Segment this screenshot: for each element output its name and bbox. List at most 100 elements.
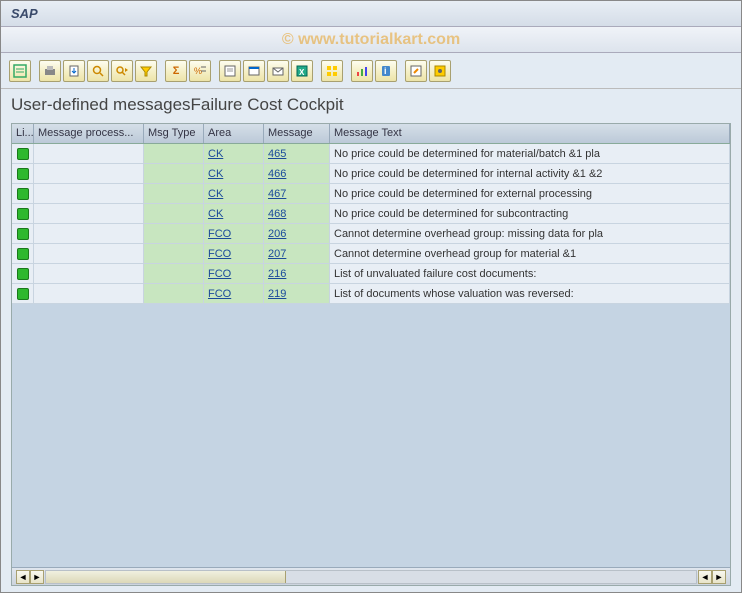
col-header-msgtype[interactable]: Msg Type (144, 124, 204, 143)
layout-button[interactable] (321, 60, 343, 82)
subtotal-button[interactable]: % (189, 60, 211, 82)
msgtype-cell (144, 264, 204, 283)
process-cell (34, 184, 144, 203)
change-button[interactable] (405, 60, 427, 82)
col-header-area[interactable]: Area (204, 124, 264, 143)
area-link[interactable]: FCO (208, 268, 231, 280)
message-link[interactable]: 467 (268, 188, 286, 200)
scroll-left-end-button[interactable]: ◄ (698, 570, 712, 584)
message-link[interactable]: 219 (268, 288, 286, 300)
table-row[interactable]: CK 468 No price could be determined for su… (12, 204, 730, 224)
svg-text:%: % (194, 66, 202, 76)
col-header-lights[interactable]: Li... (12, 124, 34, 143)
text-cell: No price could be determined for interna… (330, 164, 730, 183)
area-link[interactable]: FCO (208, 228, 231, 240)
status-cell (12, 164, 34, 183)
menu-bar: © www.tutorialkart.com (1, 27, 741, 53)
status-cell (12, 224, 34, 243)
title-bar: SAP (1, 1, 741, 27)
area-cell: CK (204, 164, 264, 183)
status-green-icon (17, 208, 29, 220)
print-button[interactable] (39, 60, 61, 82)
msgtype-cell (144, 224, 204, 243)
area-link[interactable]: CK (208, 168, 223, 180)
status-cell (12, 184, 34, 203)
status-cell (12, 264, 34, 283)
text-cell: Cannot determine overhead group for mate… (330, 244, 730, 263)
table-row[interactable]: FCO206Cannot determine overhead group: m… (12, 224, 730, 244)
find-button[interactable] (87, 60, 109, 82)
scroll-right-button[interactable]: ► (30, 570, 44, 584)
mail-button[interactable] (267, 60, 289, 82)
toolbar: Σ % X i (1, 53, 741, 89)
status-cell (12, 204, 34, 223)
excel-button[interactable]: X (291, 60, 313, 82)
status-green-icon (17, 188, 29, 200)
svg-text:X: X (299, 68, 305, 77)
table-row[interactable]: FCO 207 Cannot determine overhead group fo… (12, 244, 730, 264)
text-cell: No price could be determined for materia… (330, 144, 730, 163)
area-link[interactable]: FCO (208, 288, 231, 300)
scroll-right-end-button[interactable]: ► (712, 570, 726, 584)
col-header-process[interactable]: Message process... (34, 124, 144, 143)
area-cell: CK (204, 184, 264, 203)
grid-header: Li... Message process... Msg Type Area M… (12, 124, 730, 144)
graphic-button[interactable] (351, 60, 373, 82)
msgtype-cell (144, 284, 204, 303)
scroll-thumb[interactable] (46, 571, 286, 583)
details-button[interactable] (9, 60, 31, 82)
message-link[interactable]: 216 (268, 268, 286, 280)
status-green-icon (17, 268, 29, 280)
scroll-left-button[interactable]: ◄ (16, 570, 30, 584)
text-cell: List of unvaluated failure cost document… (330, 264, 730, 283)
message-cell: 207 (264, 244, 330, 263)
table-row[interactable]: CK 466 No price could be determined for in… (12, 164, 730, 184)
grid-body: CK 465 No price could be determined for ma… (12, 144, 730, 567)
msgtype-cell (144, 204, 204, 223)
process-cell (34, 144, 144, 163)
table-row[interactable]: FCO219List of documents whose valuation … (12, 284, 730, 304)
area-link[interactable]: CK (208, 188, 223, 200)
find-next-button[interactable] (111, 60, 133, 82)
table-row[interactable]: CK 465 No price could be determined for ma… (12, 144, 730, 164)
display-button[interactable] (429, 60, 451, 82)
area-link[interactable]: CK (208, 148, 223, 160)
status-cell (12, 244, 34, 263)
sum-button[interactable]: Σ (165, 60, 187, 82)
msgtype-cell (144, 144, 204, 163)
export-button[interactable] (63, 60, 85, 82)
message-link[interactable]: 466 (268, 168, 286, 180)
process-cell (34, 284, 144, 303)
text-cell: No price could be determined for subcont… (330, 204, 730, 223)
text-cell: No price could be determined for externa… (330, 184, 730, 203)
area-link[interactable]: CK (208, 208, 223, 220)
message-link[interactable]: 206 (268, 228, 286, 240)
watermark: © www.tutorialkart.com (282, 31, 460, 49)
info-button[interactable]: i (375, 60, 397, 82)
print-preview-button[interactable] (219, 60, 241, 82)
area-link[interactable]: FCO (208, 248, 231, 260)
message-cell: 216 (264, 264, 330, 283)
filter-button[interactable] (135, 60, 157, 82)
col-header-text[interactable]: Message Text (330, 124, 730, 143)
page-heading: User-defined messagesFailure Cost Cockpi… (11, 95, 731, 115)
horizontal-scrollbar: ◄ ► ◄ ► (12, 567, 730, 585)
message-cell: 466 (264, 164, 330, 183)
table-row[interactable]: CK 467 No price could be determined for ex… (12, 184, 730, 204)
area-cell: CK (204, 144, 264, 163)
area-cell: FCO (204, 244, 264, 263)
col-header-message[interactable]: Message (264, 124, 330, 143)
message-cell: 465 (264, 144, 330, 163)
table-row[interactable]: FCO 216 List of unvaluated failure cost do… (12, 264, 730, 284)
scroll-track[interactable] (45, 570, 697, 584)
message-cell: 219 (264, 284, 330, 303)
message-link[interactable]: 207 (268, 248, 286, 260)
process-cell (34, 244, 144, 263)
local-file-button[interactable] (243, 60, 265, 82)
status-green-icon (17, 288, 29, 300)
msgtype-cell (144, 164, 204, 183)
svg-text:i: i (384, 66, 387, 76)
app-title: SAP (11, 6, 38, 21)
message-link[interactable]: 465 (268, 148, 286, 160)
message-link[interactable]: 468 (268, 208, 286, 220)
